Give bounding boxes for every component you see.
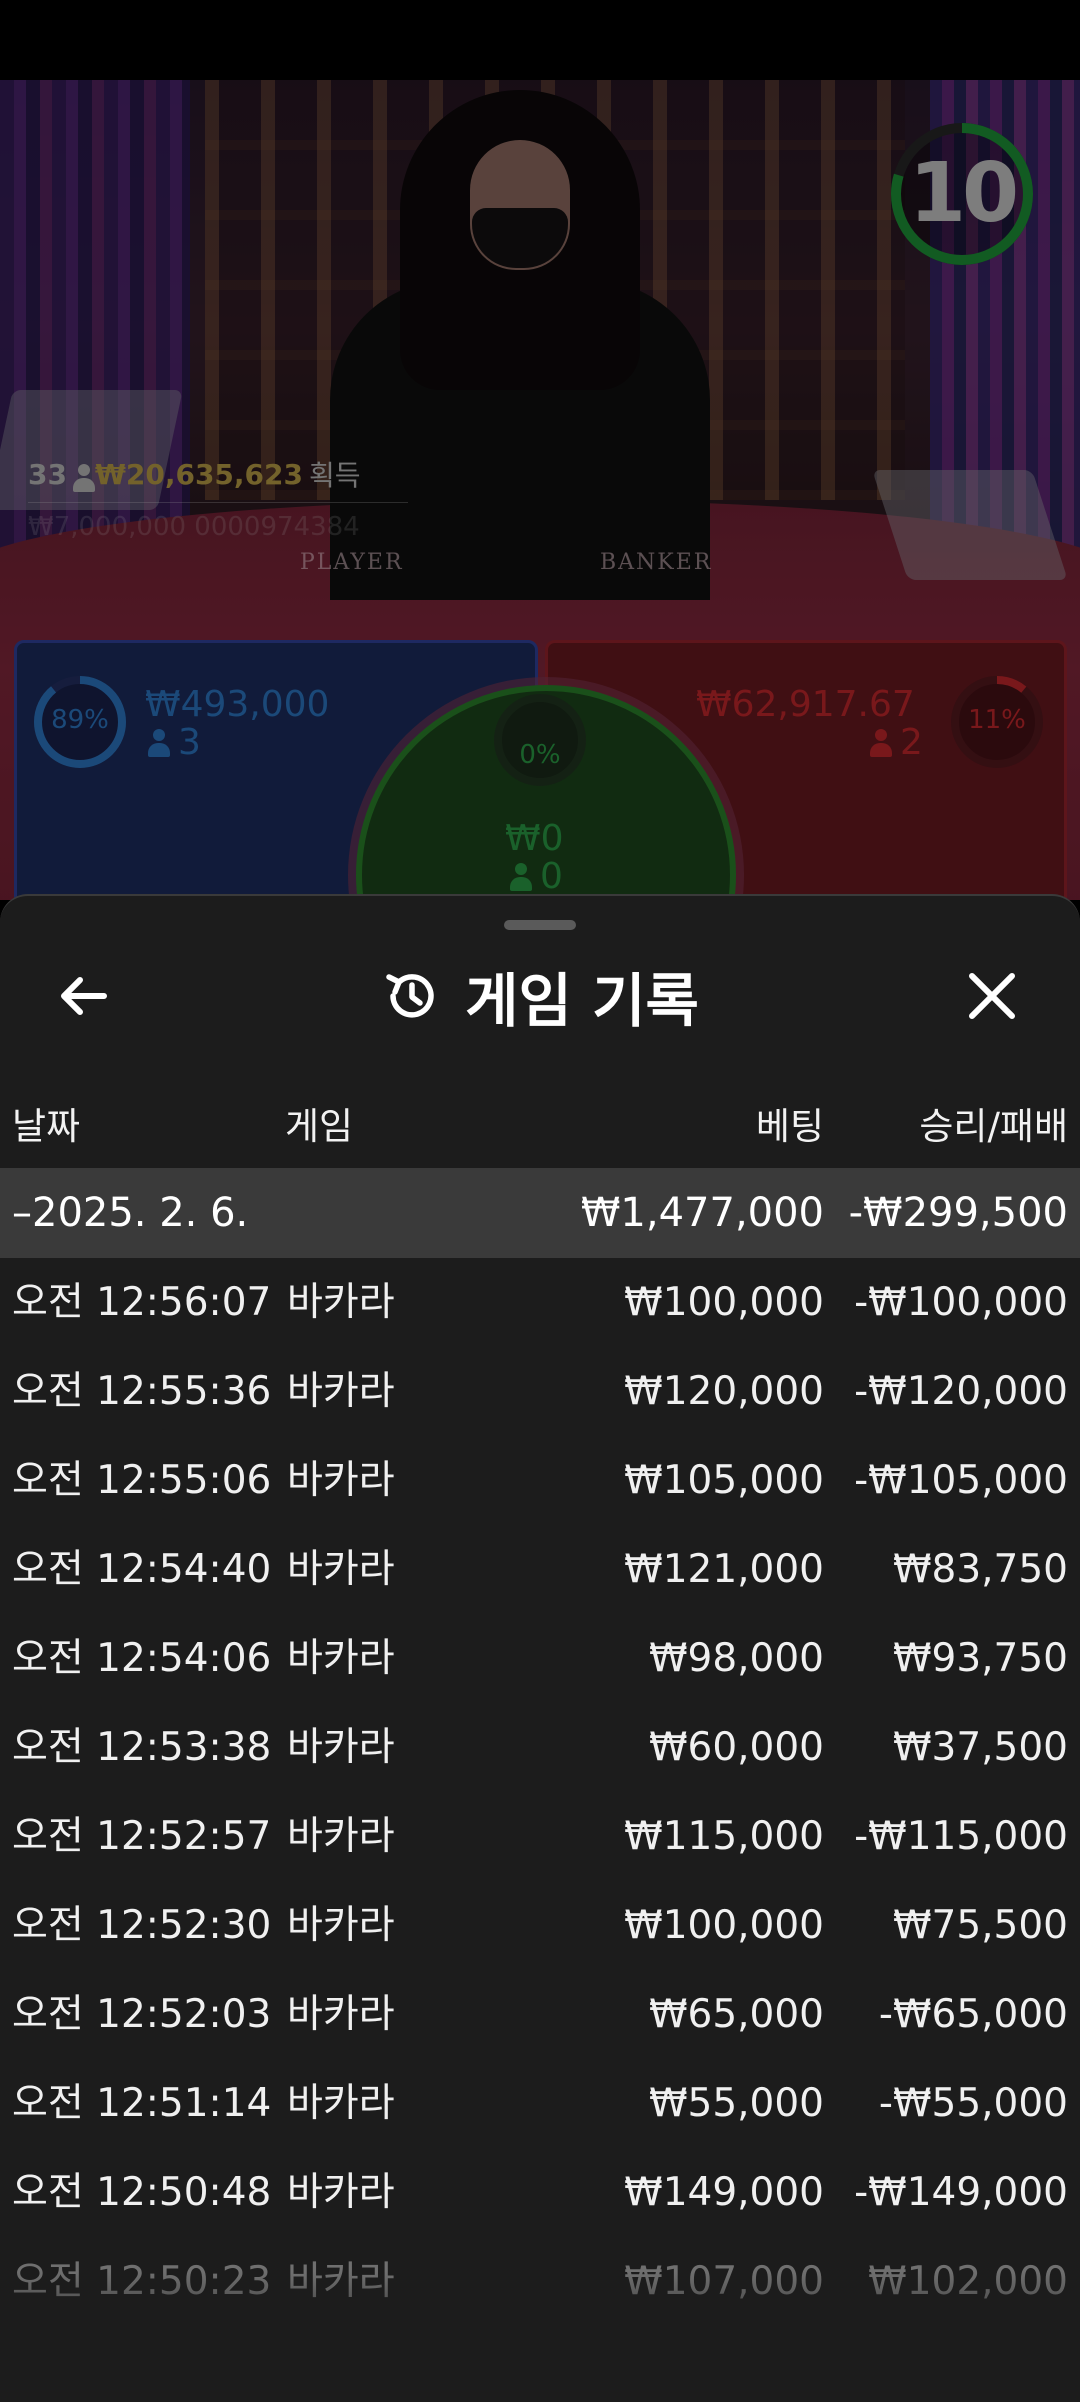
row-bet: ₩100,000 [624, 1280, 824, 1325]
history-clock-icon [386, 974, 434, 1018]
row-bet: ₩115,000 [624, 1814, 824, 1859]
row-win-loss: ₩93,750 [892, 1636, 1068, 1681]
row-bet: ₩105,000 [624, 1458, 824, 1503]
row-bet: ₩60,000 [648, 1725, 824, 1770]
row-bet: ₩98,000 [648, 1636, 824, 1681]
row-win-loss: -₩115,000 [854, 1814, 1068, 1859]
close-button[interactable] [952, 956, 1032, 1036]
row-win-loss: ₩75,500 [892, 1903, 1068, 1948]
history-row[interactable]: 오전 12:56:07 바카라 ₩100,000 -₩100,000 [0, 1258, 1080, 1347]
row-win-loss: ₩37,500 [892, 1725, 1068, 1770]
row-time: 오전 12:51:14 [12, 2081, 272, 2126]
date-group-total-win-loss: -₩299,500 [848, 1190, 1068, 1236]
row-game: 바카라 [287, 1547, 395, 1592]
history-row[interactable]: 오전 12:51:14 바카라 ₩55,000 -₩55,000 [0, 2059, 1080, 2148]
row-game: 바카라 [287, 1458, 395, 1503]
column-header-game[interactable]: 게임 [285, 1096, 353, 1150]
history-row[interactable]: 오전 12:54:06 바카라 ₩98,000 ₩93,750 [0, 1614, 1080, 1703]
history-row[interactable]: 오전 12:53:38 바카라 ₩60,000 ₩37,500 [0, 1703, 1080, 1792]
sheet-title: 게임 기록 [465, 967, 699, 1035]
date-group-header[interactable]: –2025. 2. 6. ₩1,477,000 -₩299,500 [0, 1168, 1080, 1258]
row-time: 오전 12:54:06 [12, 1636, 272, 1681]
arrow-left-icon [61, 977, 107, 1015]
row-win-loss: -₩100,000 [854, 1280, 1068, 1325]
history-row[interactable]: 오전 12:52:30 바카라 ₩100,000 ₩75,500 [0, 1881, 1080, 1970]
row-game: 바카라 [287, 1636, 395, 1681]
row-win-loss: -₩120,000 [854, 1369, 1068, 1414]
column-header-bet[interactable]: 베팅 [756, 1096, 824, 1150]
row-time: 오전 12:54:40 [12, 1547, 272, 1592]
row-game: 바카라 [287, 1992, 395, 2037]
row-bet: ₩120,000 [624, 1369, 824, 1414]
row-time: 오전 12:56:07 [12, 1280, 272, 1325]
sheet-drag-handle[interactable] [504, 920, 576, 930]
history-row[interactable]: 오전 12:55:36 바카라 ₩120,000 -₩120,000 [0, 1347, 1080, 1436]
row-time: 오전 12:55:36 [12, 1369, 272, 1414]
row-time: 오전 12:55:06 [12, 1458, 272, 1503]
row-time: 오전 12:52:30 [12, 1903, 272, 1948]
row-win-loss: ₩83,750 [892, 1547, 1068, 1592]
dim-overlay [0, 0, 1080, 900]
date-group-label: –2025. 2. 6. [12, 1190, 249, 1236]
row-time: 오전 12:52:57 [12, 1814, 272, 1859]
row-bet: ₩121,000 [624, 1547, 824, 1592]
date-group-total-bet: ₩1,477,000 [580, 1190, 824, 1236]
column-header-win-loss[interactable]: 승리/패배 [919, 1096, 1068, 1150]
row-game: 바카라 [287, 1903, 395, 1948]
list-fade [0, 2272, 1080, 2402]
row-win-loss: -₩149,000 [854, 2170, 1068, 2215]
row-win-loss: -₩55,000 [878, 2081, 1068, 2126]
row-bet: ₩149,000 [624, 2170, 824, 2215]
row-game: 바카라 [287, 2170, 395, 2215]
row-bet: ₩100,000 [624, 1903, 824, 1948]
row-time: 오전 12:53:38 [12, 1725, 272, 1770]
history-list: 오전 12:56:07 바카라 ₩100,000 -₩100,000 오전 12:55… [0, 1258, 1080, 2326]
row-bet: ₩55,000 [648, 2081, 824, 2126]
row-game: 바카라 [287, 2081, 395, 2126]
column-header-date[interactable]: 날짜 [12, 1096, 80, 1150]
sheet-header: 게임 기록 [0, 956, 1080, 1036]
row-win-loss: -₩105,000 [854, 1458, 1068, 1503]
close-icon [969, 973, 1015, 1019]
history-row[interactable]: 오전 12:52:03 바카라 ₩65,000 -₩65,000 [0, 1970, 1080, 2059]
row-game: 바카라 [287, 1814, 395, 1859]
history-row[interactable]: 오전 12:55:06 바카라 ₩105,000 -₩105,000 [0, 1436, 1080, 1525]
row-win-loss: -₩65,000 [878, 1992, 1068, 2037]
history-row[interactable]: 오전 12:52:57 바카라 ₩115,000 -₩115,000 [0, 1792, 1080, 1881]
row-game: 바카라 [287, 1369, 395, 1414]
back-button[interactable] [44, 956, 124, 1036]
game-history-sheet: 게임 기록 날짜 게임 베팅 승리/패배 –2025. 2. 6. ₩1,477… [0, 894, 1080, 2402]
row-game: 바카라 [287, 1280, 395, 1325]
row-game: 바카라 [287, 1725, 395, 1770]
row-bet: ₩65,000 [648, 1992, 824, 2037]
history-row[interactable]: 오전 12:50:48 바카라 ₩149,000 -₩149,000 [0, 2148, 1080, 2237]
row-time: 오전 12:50:48 [12, 2170, 272, 2215]
history-row[interactable]: 오전 12:54:40 바카라 ₩121,000 ₩83,750 [0, 1525, 1080, 1614]
row-time: 오전 12:52:03 [12, 1992, 272, 2037]
